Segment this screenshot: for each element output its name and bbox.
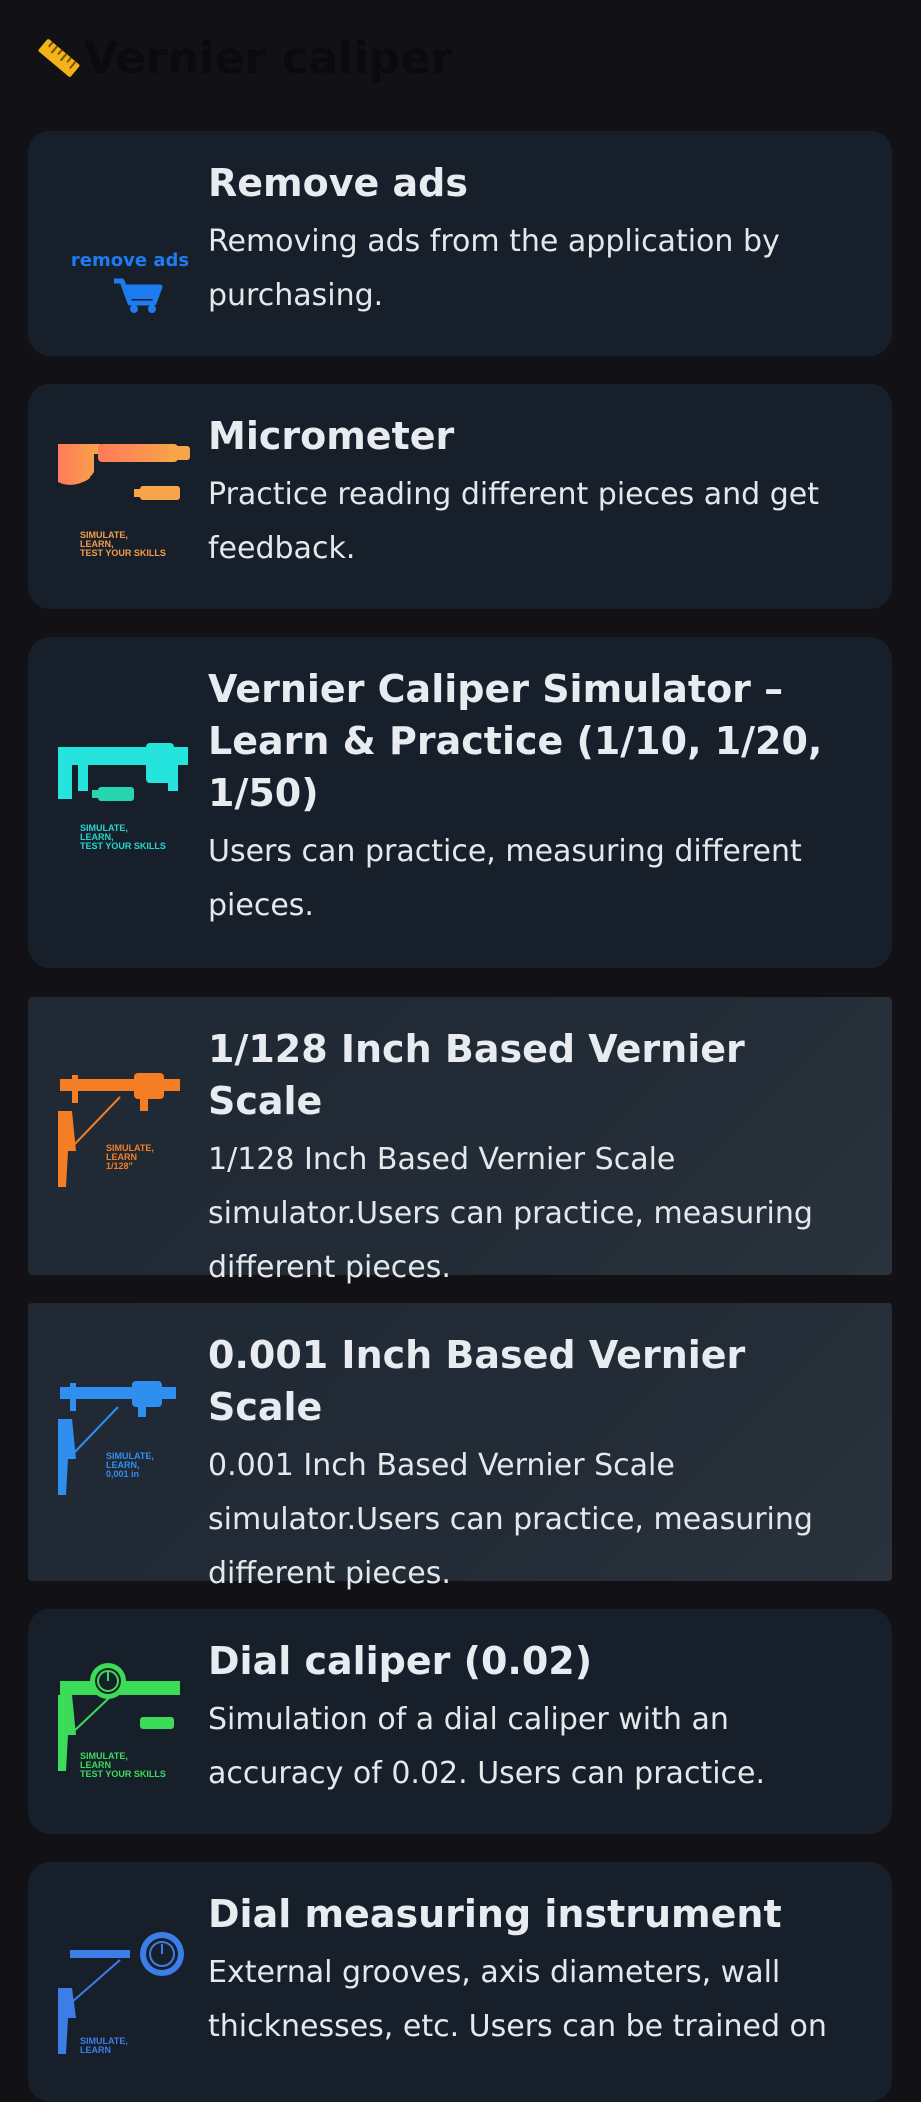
item-title: Dial caliper (0.02): [208, 1639, 593, 1683]
svg-text:1/128": 1/128": [106, 1161, 133, 1171]
item-title: Vernier Caliper Simulator – Learn & Prac…: [208, 667, 823, 815]
svg-text:TEST YOUR SKILLS: TEST YOUR SKILLS: [80, 1769, 166, 1779]
vernier-simulator-card[interactable]: SIMULATE, LEARN, TEST YOUR SKILLS Vernie…: [28, 637, 892, 968]
inch-0001-vernier-card[interactable]: SIMULATE, LEARN, 0,001 in 0.001 Inch Bas…: [28, 1303, 892, 1591]
item-title: Micrometer: [208, 414, 455, 458]
dial-measuring-card[interactable]: SIMULATE, LEARN Dial measuring instrumen…: [28, 1862, 892, 2102]
svg-text:LEARN: LEARN: [80, 2045, 111, 2055]
svg-text:remove ads: remove ads: [71, 250, 189, 271]
svg-text:TEST YOUR SKILLS: TEST YOUR SKILLS: [80, 548, 166, 558]
cart-icon: [114, 278, 163, 313]
app-header: Vernier caliper: [0, 0, 921, 116]
item-description: Practice reading different pieces and ge…: [208, 477, 819, 566]
dial-measuring-thumbnail: SIMULATE, LEARN: [50, 1914, 210, 2074]
dial-caliper-card[interactable]: SIMULATE, LEARN TEST YOUR SKILLS Dial ca…: [28, 1609, 892, 1834]
remove-ads-thumbnail: remove ads: [50, 161, 210, 321]
micrometer-card[interactable]: SIMULATE, LEARN, TEST YOUR SKILLS Microm…: [28, 384, 892, 609]
item-description: Users can practice, measuring different …: [208, 834, 802, 923]
item-description: 1/128 Inch Based Vernier Scale simulator…: [208, 1142, 813, 1285]
inch-128-thumbnail: SIMULATE, LEARN 1/128": [50, 1067, 210, 1227]
dial-caliper-thumbnail: SIMULATE, LEARN TEST YOUR SKILLS: [50, 1659, 210, 1819]
micrometer-thumbnail: SIMULATE, LEARN, TEST YOUR SKILLS: [50, 416, 210, 576]
item-description: Simulation of a dial caliper with an acc…: [208, 1702, 766, 1791]
page-title: Vernier caliper: [84, 32, 453, 84]
item-title: 1/128 Inch Based Vernier Scale: [208, 1027, 745, 1123]
inch-128-vernier-card[interactable]: SIMULATE, LEARN 1/128" 1/128 Inch Based …: [28, 997, 892, 1285]
item-title: Remove ads: [208, 161, 468, 205]
svg-text:TEST YOUR SKILLS: TEST YOUR SKILLS: [80, 841, 166, 851]
item-description: 0.001 Inch Based Vernier Scale simulator…: [208, 1448, 813, 1591]
ruler-icon: [34, 29, 84, 87]
item-description: Removing ads from the application by pur…: [208, 224, 780, 313]
item-description: External grooves, axis diameters, wall t…: [208, 1955, 827, 2044]
inch-0001-thumbnail: SIMULATE, LEARN, 0,001 in: [50, 1373, 210, 1533]
svg-text:0,001 in: 0,001 in: [106, 1469, 139, 1479]
item-title: 0.001 Inch Based Vernier Scale: [208, 1333, 746, 1429]
vernier-simulator-thumbnail: SIMULATE, LEARN, TEST YOUR SKILLS: [50, 727, 210, 887]
item-title: Dial measuring instrument: [208, 1892, 782, 1936]
remove-ads-card[interactable]: remove ads Remove ads Removing ads from …: [28, 131, 892, 356]
